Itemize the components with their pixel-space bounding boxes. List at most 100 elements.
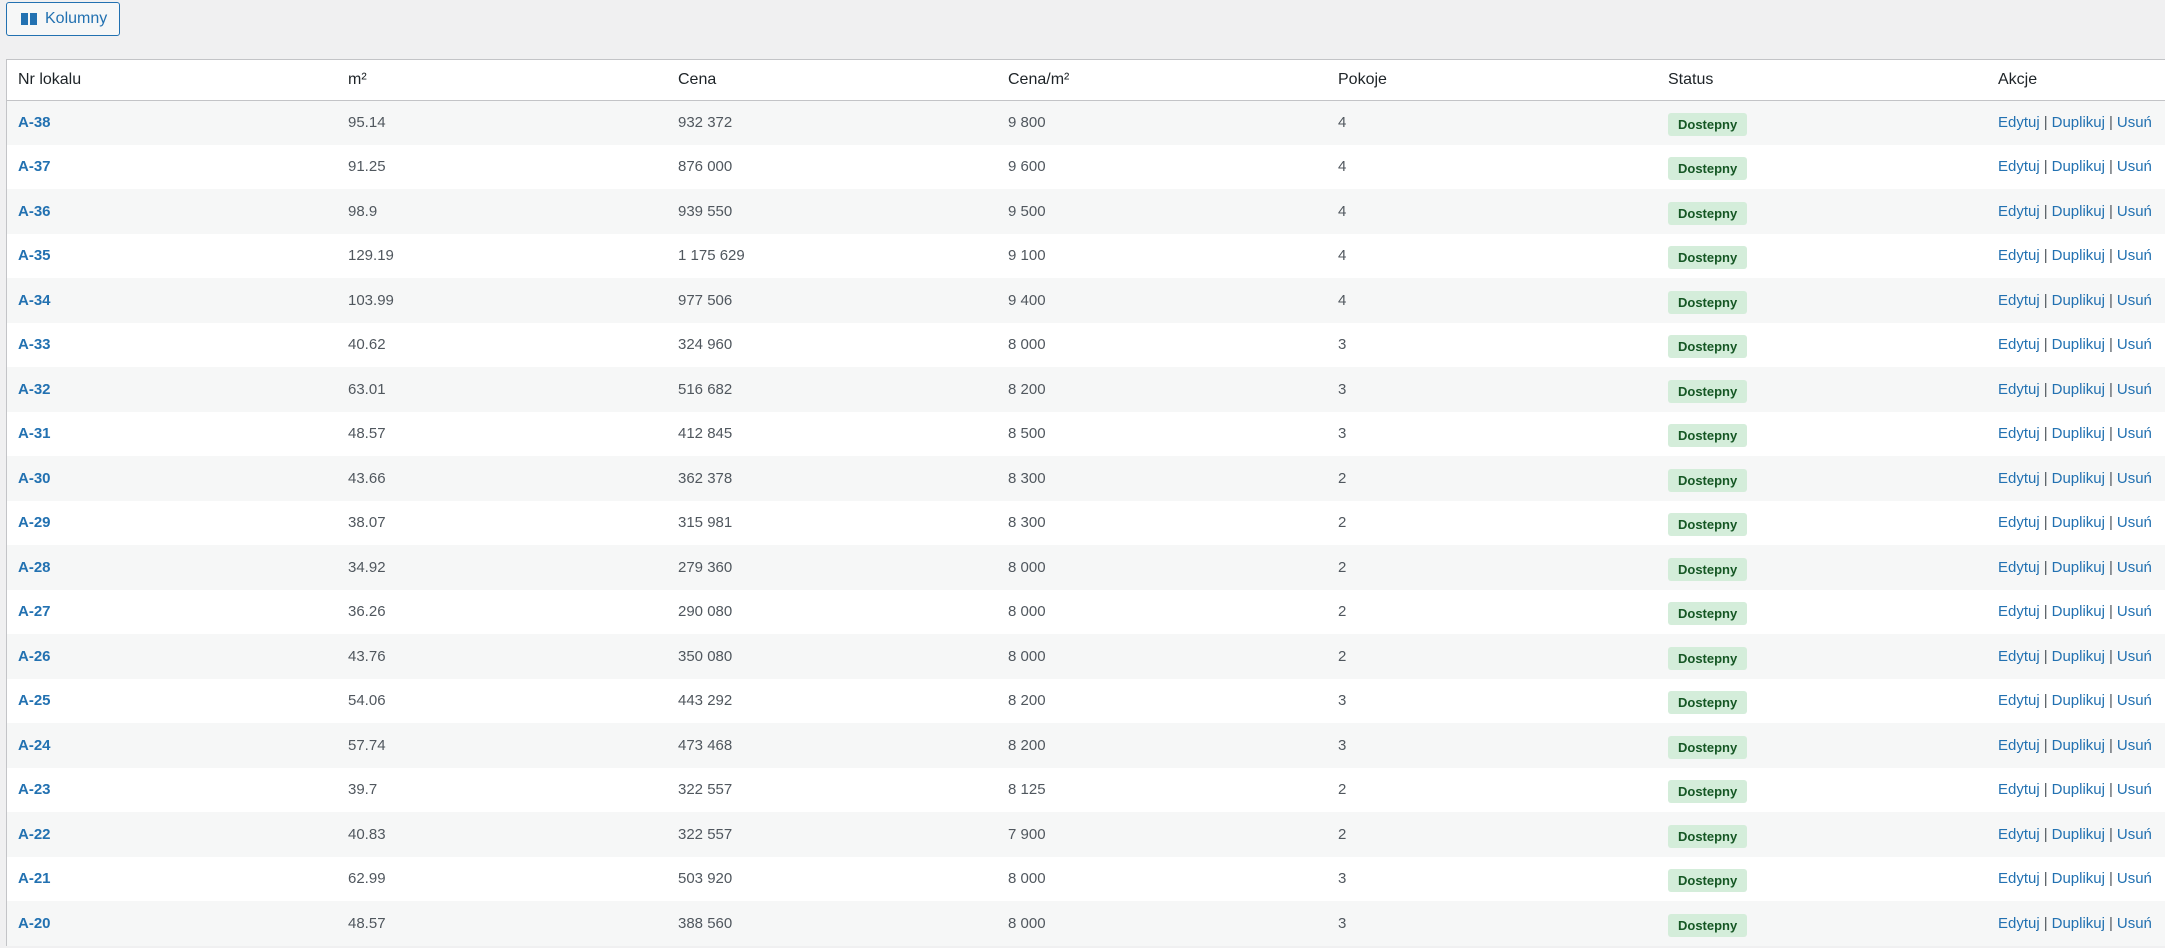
delete-link[interactable]: Usuń <box>2117 336 2152 353</box>
action-separator: | <box>2043 291 2048 309</box>
status-badge: Dostepny <box>1668 513 1748 537</box>
delete-link[interactable]: Usuń <box>2117 470 2152 487</box>
unit-link[interactable]: A-22 <box>18 826 51 843</box>
action-separator: | <box>2108 158 2113 176</box>
duplicate-link[interactable]: Duplikuj <box>2052 247 2105 264</box>
delete-link[interactable]: Usuń <box>2117 514 2152 531</box>
delete-link[interactable]: Usuń <box>2117 114 2152 131</box>
unit-link[interactable]: A-28 <box>18 559 51 576</box>
duplicate-link[interactable]: Duplikuj <box>2052 737 2105 754</box>
edit-link[interactable]: Edytuj <box>1998 514 2040 531</box>
edit-link[interactable]: Edytuj <box>1998 203 2040 220</box>
cell-unit-number: A-21 <box>7 857 337 902</box>
cell-unit-number: A-26 <box>7 634 337 679</box>
delete-link[interactable]: Usuń <box>2117 158 2152 175</box>
unit-link[interactable]: A-31 <box>18 425 51 442</box>
edit-link[interactable]: Edytuj <box>1998 648 2040 665</box>
delete-link[interactable]: Usuń <box>2117 826 2152 843</box>
unit-link[interactable]: A-23 <box>18 781 51 798</box>
duplicate-link[interactable]: Duplikuj <box>2052 870 2105 887</box>
duplicate-link[interactable]: Duplikuj <box>2052 559 2105 576</box>
cell-area: 43.66 <box>348 469 386 487</box>
delete-link[interactable]: Usuń <box>2117 381 2152 398</box>
cell-price: 932 372 <box>678 114 733 131</box>
unit-link[interactable]: A-34 <box>18 292 51 309</box>
delete-link[interactable]: Usuń <box>2117 247 2152 264</box>
cell-status: Dostepny <box>1657 545 1987 590</box>
duplicate-link[interactable]: Duplikuj <box>2052 381 2105 398</box>
unit-link[interactable]: A-32 <box>18 381 51 398</box>
unit-link[interactable]: A-21 <box>18 870 51 887</box>
edit-link[interactable]: Edytuj <box>1998 559 2040 576</box>
unit-link[interactable]: A-25 <box>18 692 51 709</box>
header-price-per-m2[interactable]: Cena/m² <box>997 60 1327 100</box>
delete-link[interactable]: Usuń <box>2117 915 2152 932</box>
edit-link[interactable]: Edytuj <box>1998 470 2040 487</box>
duplicate-link[interactable]: Duplikuj <box>2052 826 2105 843</box>
duplicate-link[interactable]: Duplikuj <box>2052 336 2105 353</box>
table-row: A-25 54.06 443 292 8 200 3 Dostepny Edytuj | Dup… <box>7 678 2165 723</box>
unit-link[interactable]: A-29 <box>18 514 51 531</box>
edit-link[interactable]: Edytuj <box>1998 737 2040 754</box>
edit-link[interactable]: Edytuj <box>1998 247 2040 264</box>
duplicate-link[interactable]: Duplikuj <box>2052 692 2105 709</box>
edit-link[interactable]: Edytuj <box>1998 826 2040 843</box>
delete-link[interactable]: Usuń <box>2117 781 2152 798</box>
duplicate-link[interactable]: Duplikuj <box>2052 781 2105 798</box>
duplicate-link[interactable]: Duplikuj <box>2052 648 2105 665</box>
duplicate-link[interactable]: Duplikuj <box>2052 203 2105 220</box>
duplicate-link[interactable]: Duplikuj <box>2052 603 2105 620</box>
duplicate-link[interactable]: Duplikuj <box>2052 915 2105 932</box>
header-rooms[interactable]: Pokoje <box>1327 60 1657 100</box>
header-status[interactable]: Status <box>1657 60 1987 100</box>
header-unit-number[interactable]: Nr lokalu <box>7 60 337 100</box>
columns-button[interactable]: Kolumny <box>6 2 121 36</box>
delete-link[interactable]: Usuń <box>2117 559 2152 576</box>
cell-rooms: 4 <box>1338 247 1347 265</box>
unit-link[interactable]: A-35 <box>18 247 51 264</box>
unit-link[interactable]: A-38 <box>18 114 51 131</box>
unit-link[interactable]: A-36 <box>18 203 51 220</box>
delete-link[interactable]: Usuń <box>2117 425 2152 442</box>
edit-link[interactable]: Edytuj <box>1998 781 2040 798</box>
duplicate-link[interactable]: Duplikuj <box>2052 114 2105 131</box>
delete-link[interactable]: Usuń <box>2117 692 2152 709</box>
duplicate-link[interactable]: Duplikuj <box>2052 158 2105 175</box>
header-price[interactable]: Cena <box>667 60 997 100</box>
cell-status: Dostepny <box>1657 857 1987 902</box>
edit-link[interactable]: Edytuj <box>1998 114 2040 131</box>
unit-link[interactable]: A-30 <box>18 470 51 487</box>
unit-link[interactable]: A-20 <box>18 915 51 932</box>
edit-link[interactable]: Edytuj <box>1998 692 2040 709</box>
header-area[interactable]: m² <box>337 60 667 100</box>
edit-link[interactable]: Edytuj <box>1998 425 2040 442</box>
edit-link[interactable]: Edytuj <box>1998 292 2040 309</box>
delete-link[interactable]: Usuń <box>2117 870 2152 887</box>
unit-link[interactable]: A-37 <box>18 158 51 175</box>
edit-link[interactable]: Edytuj <box>1998 336 2040 353</box>
unit-link[interactable]: A-27 <box>18 603 51 620</box>
duplicate-link[interactable]: Duplikuj <box>2052 470 2105 487</box>
edit-link[interactable]: Edytuj <box>1998 381 2040 398</box>
cell-price-per-m2: 9 400 <box>1008 291 1046 309</box>
unit-link[interactable]: A-24 <box>18 737 51 754</box>
cell-area: 54.06 <box>348 692 386 710</box>
unit-link[interactable]: A-33 <box>18 336 51 353</box>
edit-link[interactable]: Edytuj <box>1998 915 2040 932</box>
edit-link[interactable]: Edytuj <box>1998 603 2040 620</box>
action-separator: | <box>2043 114 2048 131</box>
duplicate-link[interactable]: Duplikuj <box>2052 514 2105 531</box>
cell-rooms: 2 <box>1338 469 1347 487</box>
delete-link[interactable]: Usuń <box>2117 292 2152 309</box>
cell-price: 324 960 <box>678 336 733 354</box>
delete-link[interactable]: Usuń <box>2117 203 2152 220</box>
delete-link[interactable]: Usuń <box>2117 603 2152 620</box>
duplicate-link[interactable]: Duplikuj <box>2052 292 2105 309</box>
edit-link[interactable]: Edytuj <box>1998 870 2040 887</box>
table-body: A-38 95.14 932 372 9 800 4 Dostepny Edytuj | Dup… <box>7 100 2165 946</box>
delete-link[interactable]: Usuń <box>2117 648 2152 665</box>
unit-link[interactable]: A-26 <box>18 648 51 665</box>
edit-link[interactable]: Edytuj <box>1998 158 2040 175</box>
duplicate-link[interactable]: Duplikuj <box>2052 425 2105 442</box>
delete-link[interactable]: Usuń <box>2117 737 2152 754</box>
